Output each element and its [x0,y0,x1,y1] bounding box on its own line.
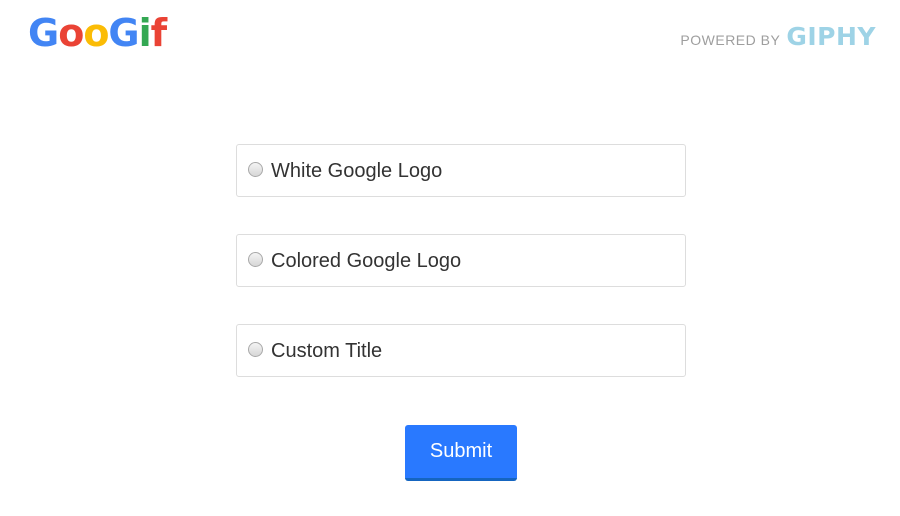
radio-button[interactable] [248,342,263,357]
radio-button[interactable] [248,162,263,177]
logo-letter: G [28,11,59,55]
radio-button[interactable] [248,252,263,267]
googif-logo: GooGif [28,10,168,56]
option-label: Colored Google Logo [271,249,462,272]
option-colored-google-logo[interactable]: Colored Google Logo [236,234,686,287]
logo-options-group: White Google Logo Colored Google Logo Cu… [236,144,686,414]
logo-letter: o [83,11,109,55]
submit-button[interactable]: Submit [405,425,517,481]
logo-letter: i [138,11,152,55]
page: GooGif POWERED BY GIPHY White Google Log… [0,0,900,516]
powered-by-giphy: POWERED BY GIPHY [680,22,876,51]
giphy-logo: GIPHY [786,22,876,51]
option-white-google-logo[interactable]: White Google Logo [236,144,686,197]
option-custom-title[interactable]: Custom Title [236,324,686,377]
option-label: Custom Title [271,339,383,362]
option-label: White Google Logo [271,159,443,182]
logo-letter: o [58,11,84,55]
logo-letter: f [150,11,168,55]
powered-by-label: POWERED BY [680,32,781,48]
logo-letter: G [108,11,139,55]
